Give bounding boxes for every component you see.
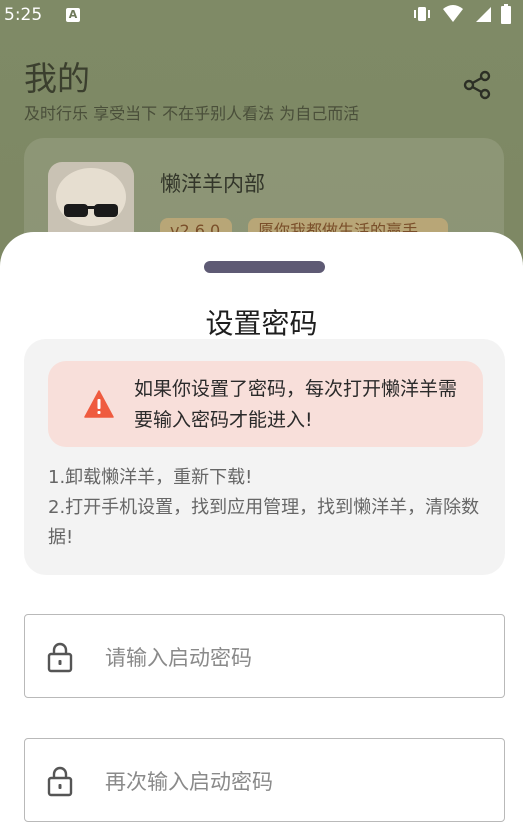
- warning-icon: [84, 390, 114, 418]
- page-subtitle: 及时行乐 享受当下 不在乎别人看法 为自己而活: [24, 104, 360, 123]
- status-icons: [407, 4, 511, 28]
- notification-badge: A: [66, 8, 80, 22]
- password-placeholder: 请输入启动密码: [105, 646, 252, 670]
- share-icon[interactable]: [463, 70, 491, 100]
- sunglasses-icon: [64, 204, 118, 217]
- status-time: 5:25: [4, 5, 43, 25]
- app-name: 懒洋羊内部: [160, 172, 265, 196]
- set-password-sheet: 设置密码 如果你设置了密码，每次打开懒洋羊需要输入密码才能进入! 1.卸载懒洋羊…: [0, 232, 523, 836]
- drag-handle[interactable]: [204, 261, 325, 273]
- signal-icon: [475, 7, 491, 22]
- vibrate-icon: [413, 7, 430, 21]
- status-bar: 5:25 A: [0, 0, 523, 32]
- info-box: 如果你设置了密码，每次打开懒洋羊需要输入密码才能进入! 1.卸载懒洋羊，重新下载…: [24, 339, 505, 575]
- warning-text: 如果你设置了密码，每次打开懒洋羊需要输入密码才能进入!: [134, 378, 458, 431]
- page-title: 我的: [24, 59, 90, 98]
- battery-icon: [501, 4, 511, 24]
- confirm-password-placeholder: 再次输入启动密码: [105, 770, 273, 794]
- sheet-title: 设置密码: [205, 307, 318, 340]
- wifi-icon: [443, 5, 464, 22]
- confirm-password-input[interactable]: 再次输入启动密码: [24, 738, 505, 822]
- note-line-1: 1.卸载懒洋羊，重新下载!: [48, 467, 253, 488]
- note-line-2: 2.打开手机设置，找到应用管理，找到懒洋羊，清除数据!: [48, 497, 480, 548]
- lock-icon: [47, 766, 73, 797]
- lock-icon: [47, 642, 73, 673]
- warning-banner: 如果你设置了密码，每次打开懒洋羊需要输入密码才能进入!: [48, 361, 483, 447]
- password-input[interactable]: 请输入启动密码: [24, 614, 505, 698]
